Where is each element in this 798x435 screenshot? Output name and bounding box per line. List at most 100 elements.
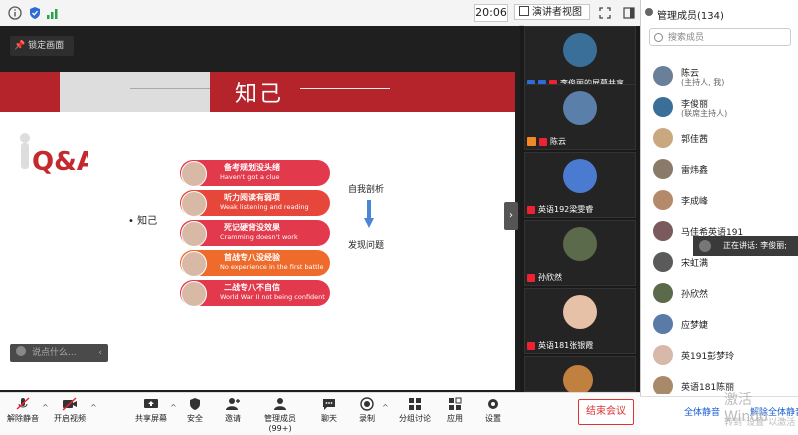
member-row[interactable]: 应梦婕 xyxy=(653,312,798,340)
member-search-input[interactable]: 搜索成员 xyxy=(649,28,791,46)
sidebar-toggle-icon[interactable] xyxy=(622,6,636,20)
chat-input-bar[interactable]: 说点什么... ‹ xyxy=(10,344,108,362)
members-title: 管理成员(134) xyxy=(657,11,724,22)
toolbar-label: 录制 xyxy=(359,414,375,423)
title-rule-right xyxy=(300,88,390,89)
lock-screen-button[interactable]: 📌 锁定画面 xyxy=(10,36,74,56)
participant-name: 孙欣然 xyxy=(538,273,562,282)
tile-label: 陈云 xyxy=(527,136,566,147)
gear-icon xyxy=(488,399,498,409)
signal-icon[interactable] xyxy=(46,6,60,20)
presentation-slide: 知己 Q&A • 知己 备考规划没头绪 Haven't got a clue 听力… xyxy=(0,72,515,390)
video-tile[interactable]: 陈云 xyxy=(524,84,636,150)
mic-muted-icon xyxy=(16,397,30,410)
security-button[interactable]: 安全 xyxy=(184,397,206,424)
mic-muted-icon xyxy=(527,205,535,214)
chevron-up-icon[interactable]: ^ xyxy=(42,403,49,412)
end-meeting-button[interactable]: 结束会议 xyxy=(578,399,634,425)
avatar xyxy=(653,66,673,86)
participant-avatar xyxy=(563,159,597,193)
mute-all-button[interactable]: 全体静音 xyxy=(684,405,720,418)
top-bar: 20:06 演讲者视图 ▾ xyxy=(0,0,640,34)
toolbar-label: 安全 xyxy=(187,414,203,423)
member-row[interactable]: 孙欣然 xyxy=(653,281,798,309)
toolbar-label: 解除静音 xyxy=(7,414,39,423)
invite-button[interactable]: 邀请 xyxy=(222,397,244,424)
breakout-rooms-button[interactable]: 分组讨论 xyxy=(398,397,432,424)
avatar xyxy=(181,191,207,217)
video-tile[interactable]: 孙欣然 xyxy=(524,220,636,286)
speaker-view-dropdown[interactable]: 演讲者视图 ▾ xyxy=(514,4,590,34)
toolbar-label: 设置 xyxy=(485,414,501,423)
chat-button[interactable]: 聊天 xyxy=(318,397,340,424)
chevron-up-icon[interactable]: ^ xyxy=(170,403,177,412)
problem-zh: 二战专八不自信 xyxy=(224,283,280,292)
record-icon xyxy=(360,397,374,411)
chevron-left-icon[interactable]: ‹ xyxy=(98,344,102,362)
record-button[interactable]: 录制 xyxy=(356,397,378,424)
member-role: (主持人, 我) xyxy=(681,78,725,87)
settings-button[interactable]: 设置 xyxy=(482,397,504,424)
avatar xyxy=(181,221,207,247)
share-screen-button[interactable]: 共享屏幕 xyxy=(134,397,168,424)
qa-figure-icon: Q&A xyxy=(20,133,88,177)
screen-share-icon xyxy=(144,399,158,408)
mic-muted-icon xyxy=(527,341,535,350)
emoji-icon[interactable] xyxy=(16,346,26,356)
video-tile[interactable] xyxy=(524,356,636,395)
problem-zh: 听力阅读有弱项 xyxy=(224,193,280,202)
toolbar-label: 聊天 xyxy=(321,414,337,423)
host-icon xyxy=(527,137,536,146)
video-tile[interactable]: 英语181张银霞 xyxy=(524,288,636,354)
unmute-button[interactable]: 解除静音 xyxy=(6,397,40,424)
members-icon xyxy=(274,398,286,410)
apps-icon xyxy=(449,397,462,410)
avatar xyxy=(653,314,673,334)
view-label: 演讲者视图 xyxy=(532,7,582,18)
member-row[interactable]: 郭佳茜 xyxy=(653,126,798,154)
meeting-timer: 20:06 xyxy=(474,4,508,22)
grid-icon xyxy=(519,6,529,16)
member-row[interactable]: 英191彭梦玲 xyxy=(653,343,798,371)
start-video-button[interactable]: 开启视频 xyxy=(52,397,88,424)
bullet-text: • 知己 xyxy=(128,216,158,227)
fullscreen-icon[interactable] xyxy=(598,6,612,20)
video-tile[interactable]: 李俊丽的屏幕共享 xyxy=(524,26,636,92)
security-shield-icon[interactable] xyxy=(28,6,42,20)
shield-icon xyxy=(190,398,200,410)
members-panel: 管理成员(134) 搜索成员 陈云 (主持人, 我) 李俊丽 (联席主持人) 郭佳茜… xyxy=(640,0,798,434)
member-row[interactable]: 李成峰 xyxy=(653,188,798,216)
chevron-up-icon[interactable]: ^ xyxy=(90,403,97,412)
member-row[interactable]: 陈云 (主持人, 我) xyxy=(653,64,798,92)
invite-icon xyxy=(226,398,240,410)
problem-item: 听力阅读有弱项 Weak listening and reading xyxy=(180,190,330,217)
search-icon xyxy=(654,33,663,42)
video-tile[interactable]: 英语192梁雯睿 xyxy=(524,152,636,218)
toolbar-label: 开启视频 xyxy=(54,414,86,423)
mic-muted-icon xyxy=(539,137,547,146)
member-name: 英191彭梦玲 xyxy=(681,352,735,362)
apps-button[interactable]: 应用 xyxy=(444,397,466,424)
participant-name: 英语192梁雯睿 xyxy=(538,205,594,214)
chevron-up-icon[interactable]: ^ xyxy=(382,403,389,412)
manage-members-button[interactable]: 管理成员(99+) xyxy=(254,397,306,433)
participant-avatar xyxy=(563,365,593,395)
shared-screen-stage: 📌 锁定画面 知己 Q&A • 知己 备考规划没头绪 Haven't got a … xyxy=(0,26,520,392)
arrow-down-icon xyxy=(364,200,374,228)
avatar xyxy=(653,190,673,210)
speaker-avatar xyxy=(699,240,711,252)
toolbar-label: 应用 xyxy=(447,414,463,423)
member-row[interactable]: 李俊丽 (联席主持人) xyxy=(653,95,798,123)
collapse-video-strip-button[interactable]: › xyxy=(504,202,518,230)
info-icon[interactable] xyxy=(8,6,22,20)
video-strip: 李俊丽的屏幕共享 陈云 英语192梁雯睿 孙欣然 英语181张银霞 xyxy=(520,26,640,395)
chat-icon xyxy=(323,399,335,410)
slide-title: 知己 xyxy=(235,82,284,107)
member-row[interactable]: 雷炜鑫 xyxy=(653,157,798,185)
speaking-indicator: 正在讲话: 李俊丽; xyxy=(693,236,798,256)
problem-item: 首战专八没经验 No experience in the first battle xyxy=(180,250,330,277)
find-problems-label: 发现问题 xyxy=(348,241,385,251)
avatar xyxy=(653,283,673,303)
avatar xyxy=(181,251,207,277)
speaking-text: 正在讲话: 李俊丽; xyxy=(723,241,787,250)
